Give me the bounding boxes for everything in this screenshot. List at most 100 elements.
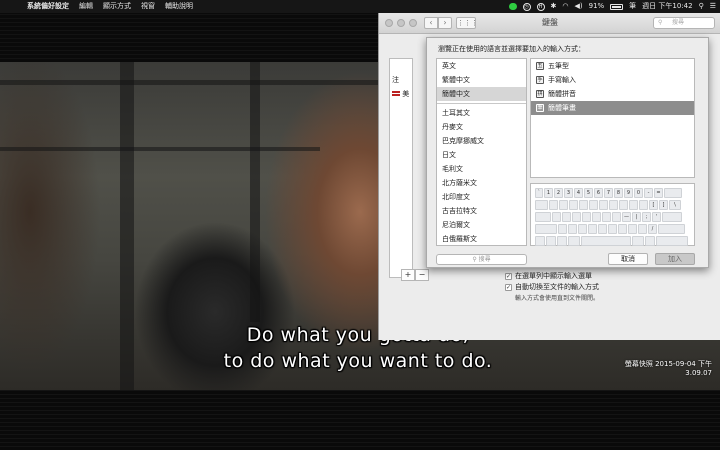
key: 4 — [574, 188, 583, 198]
key — [588, 224, 597, 234]
screenshot-label-line-2: 3.09.07 — [685, 369, 712, 377]
key: [ — [649, 200, 658, 210]
input-source-zhuyin[interactable]: 注 — [392, 75, 399, 85]
method-item-stroke[interactable]: 筆 簡體筆畫 — [531, 101, 694, 115]
keyboard-row: / — [535, 224, 690, 234]
bluetooth-icon[interactable]: ✱ — [551, 0, 557, 13]
command-key — [632, 236, 644, 246]
key — [629, 200, 638, 210]
show-input-menu-label: 在選單列中顯示輸入選單 — [515, 272, 592, 280]
key — [572, 212, 581, 222]
method-item-handwriting[interactable]: 手 手寫輸入 — [531, 73, 694, 87]
preferences-search-field[interactable]: ⚲ 搜尋 — [653, 17, 715, 29]
checkbox-checked-icon: ✓ — [505, 283, 512, 291]
input-sources-list[interactable]: 注 美 — [389, 58, 413, 278]
input-source-us[interactable]: 美 — [392, 89, 409, 99]
search-placeholder: 搜尋 — [478, 256, 491, 263]
key — [639, 200, 648, 210]
input-source-icon[interactable]: 筆 — [629, 0, 636, 13]
key: 8 — [614, 188, 623, 198]
language-item[interactable]: 北印度文 — [437, 190, 526, 204]
key: — — [622, 212, 631, 222]
key: ' — [652, 212, 661, 222]
key — [578, 224, 587, 234]
show-input-menu-checkbox[interactable]: ✓ 在選單列中顯示輸入選單 — [505, 271, 592, 281]
language-item[interactable]: 毛利文 — [437, 162, 526, 176]
language-item[interactable]: 尼泊爾文 — [437, 218, 526, 232]
subtitle-line-2: to do what you want to do. — [223, 350, 493, 372]
input-method-list[interactable]: 五 五筆型 手 手寫輸入 拼 簡體拼音 筆 簡體筆畫 — [530, 58, 695, 178]
line-status-icon[interactable] — [508, 3, 517, 10]
method-item-wubi[interactable]: 五 五筆型 — [531, 59, 694, 73]
us-flag-icon — [392, 91, 400, 96]
language-search-field[interactable]: ⚲ 搜尋 — [436, 254, 527, 265]
caps-lock-key — [535, 212, 551, 222]
source-add-remove-buttons: + − — [401, 269, 431, 281]
key — [558, 224, 567, 234]
language-item[interactable]: 古吉拉特文 — [437, 204, 526, 218]
option-key — [557, 236, 567, 246]
language-item-english[interactable]: 英文 — [437, 59, 526, 73]
language-item-traditional-chinese[interactable]: 繁體中文 — [437, 73, 526, 87]
tab-key — [535, 200, 548, 210]
key — [612, 212, 621, 222]
keyboard-layout-preview: ` 1 2 3 4 5 6 7 8 9 0 - = [] \ — | ; ' … — [530, 183, 695, 246]
key: ] — [659, 200, 668, 210]
battery-icon[interactable] — [610, 3, 624, 10]
keyboard-row: [ ] \ — [535, 200, 690, 210]
language-item[interactable]: 白俄羅斯文 — [437, 232, 526, 245]
hangouts-icon[interactable]: H — [536, 2, 545, 11]
spotlight-icon[interactable]: ⚲ — [699, 0, 704, 13]
add-source-button[interactable]: + — [401, 269, 415, 281]
checkbox-checked-icon: ✓ — [505, 272, 512, 280]
key — [608, 224, 617, 234]
key: 2 — [554, 188, 563, 198]
window-titlebar[interactable]: ‹ › ⋮⋮⋮ 鍵盤 ⚲ 搜尋 — [379, 13, 720, 34]
wifi-icon[interactable]: ◠ — [562, 0, 568, 13]
language-item[interactable]: 丹麥文 — [437, 120, 526, 134]
remove-source-button[interactable]: − — [415, 269, 429, 281]
key: - — [644, 188, 653, 198]
menu-help[interactable]: 輔助說明 — [160, 0, 198, 13]
method-item-pinyin[interactable]: 拼 簡體拼音 — [531, 87, 694, 101]
time-machine-icon[interactable]: ◷ — [522, 2, 531, 11]
pinyin-icon: 拼 — [536, 90, 544, 98]
language-item[interactable]: 土耳其文 — [437, 106, 526, 120]
key — [592, 212, 601, 222]
clock[interactable]: 週日 下午10:42 — [642, 0, 692, 13]
menu-window[interactable]: 視窗 — [136, 0, 160, 13]
language-item[interactable]: 日文 — [437, 148, 526, 162]
key: 7 — [604, 188, 613, 198]
auto-switch-checkbox[interactable]: ✓ 自動切換至文件的輸入方式 — [505, 282, 599, 292]
add-button[interactable]: 加入 — [655, 253, 695, 265]
key — [579, 200, 588, 210]
search-icon: ⚲ — [658, 19, 663, 26]
auto-switch-note: 輸入方式會使用直到文件關閉。 — [515, 295, 600, 302]
key — [602, 212, 611, 222]
screenshot-file-label[interactable]: 螢幕快照 2015-09-04 下午 3.09.07 — [625, 360, 712, 378]
menu-edit[interactable]: 編輯 — [74, 0, 98, 13]
language-item[interactable]: 北方薩米文 — [437, 176, 526, 190]
menu-app-name[interactable]: 系統偏好設定 — [22, 0, 74, 13]
key — [569, 200, 578, 210]
key — [619, 200, 628, 210]
gym-pillar — [250, 62, 260, 322]
keyboard-row — [535, 236, 690, 246]
menu-view[interactable]: 顯示方式 — [98, 0, 136, 13]
language-item-simplified-chinese[interactable]: 簡體中文 — [437, 87, 526, 101]
stroke-icon: 筆 — [536, 104, 544, 112]
key — [589, 200, 598, 210]
language-list[interactable]: 英文 繁體中文 簡體中文 土耳其文 丹麥文 巴克摩挪威文 日文 毛利文 北方薩米… — [436, 58, 527, 246]
language-item[interactable]: 巴克摩挪威文 — [437, 134, 526, 148]
cancel-button[interactable]: 取消 — [608, 253, 648, 265]
notification-center-icon[interactable]: ☰ — [710, 0, 716, 13]
method-label: 五筆型 — [548, 62, 569, 70]
command-key — [568, 236, 580, 246]
key: \ — [669, 200, 681, 210]
key: ` — [535, 188, 543, 198]
volume-icon[interactable]: ◀) — [574, 0, 582, 13]
key: 3 — [564, 188, 573, 198]
method-label: 手寫輸入 — [548, 76, 576, 84]
fn-key — [535, 236, 545, 246]
return-key — [662, 212, 682, 222]
